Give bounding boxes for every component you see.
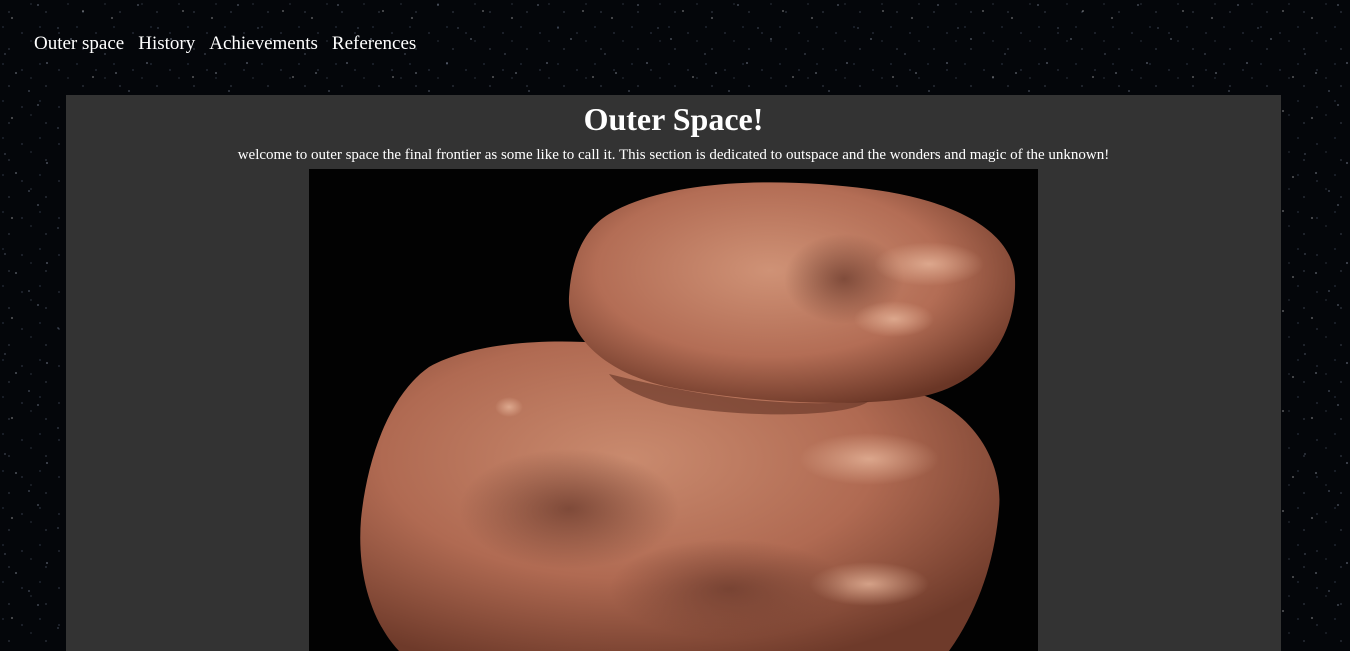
surface-bright-spot-2 bbox=[854, 301, 934, 337]
surface-bright-spot-1 bbox=[874, 242, 984, 286]
surface-dark-spot-2 bbox=[459, 449, 679, 569]
nav-link-outer-space[interactable]: Outer space bbox=[34, 33, 124, 55]
surface-dark-spot-3 bbox=[609, 539, 849, 639]
page-title: Outer Space! bbox=[583, 101, 764, 137]
nav-link-references[interactable]: References bbox=[332, 33, 416, 55]
nav-link-achievements[interactable]: Achievements bbox=[209, 33, 318, 55]
kuiper-belt-object-illustration bbox=[309, 169, 1038, 651]
surface-bright-spot-4 bbox=[799, 433, 939, 485]
intro-text: welcome to outer space the final frontie… bbox=[237, 147, 1110, 163]
content-panel: Outer Space! welcome to outer space the … bbox=[66, 95, 1281, 651]
kuiper-belt-object-image bbox=[309, 169, 1038, 651]
top-nav: Outer space History Achievements Referen… bbox=[34, 33, 416, 55]
surface-bright-spot-3 bbox=[495, 397, 523, 417]
nav-link-history[interactable]: History bbox=[138, 33, 195, 55]
